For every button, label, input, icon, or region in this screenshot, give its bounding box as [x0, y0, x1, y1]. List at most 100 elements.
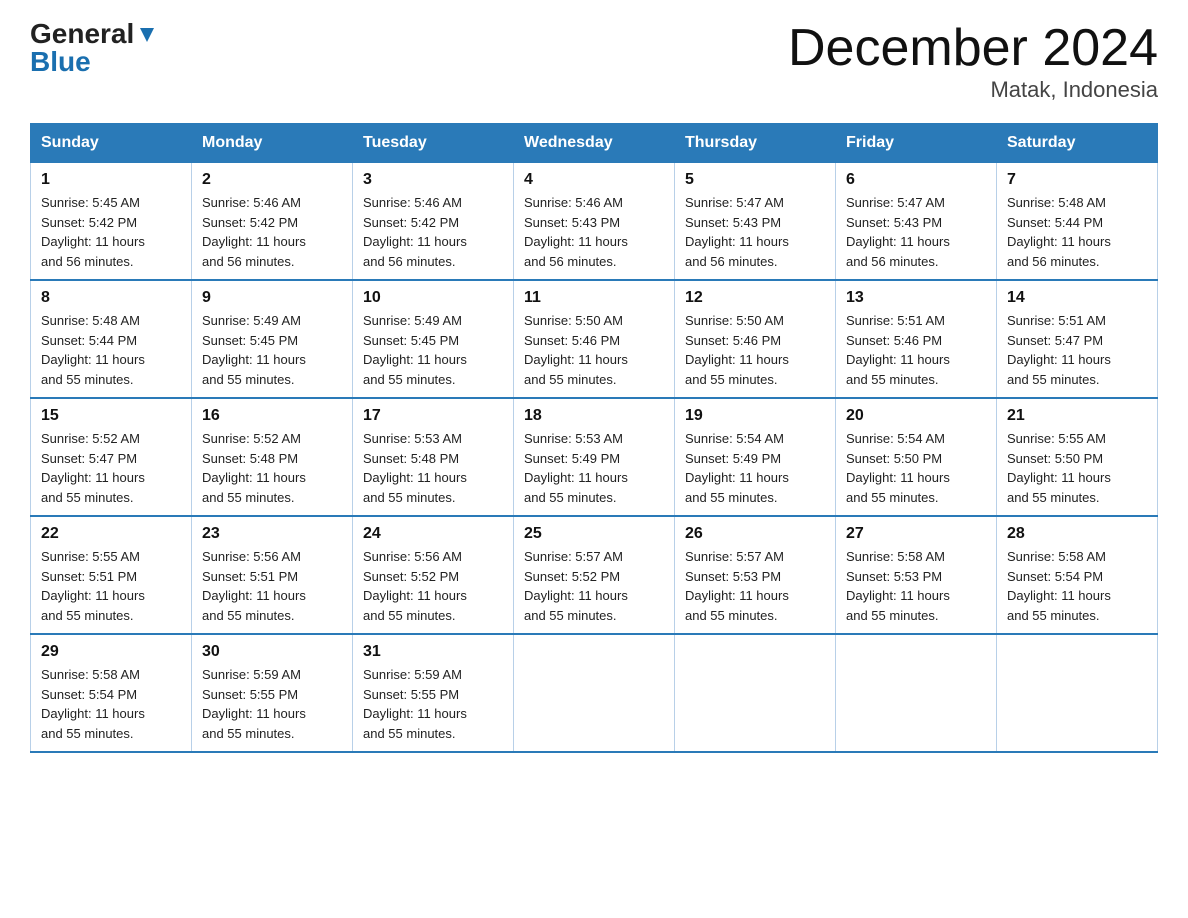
logo: General Blue: [30, 20, 158, 76]
day-info: Sunrise: 5:54 AM Sunset: 5:50 PM Dayligh…: [846, 429, 986, 507]
day-number: 24: [363, 525, 503, 543]
table-row: 12 Sunrise: 5:50 AM Sunset: 5:46 PM Dayl…: [675, 280, 836, 398]
day-info: Sunrise: 5:56 AM Sunset: 5:51 PM Dayligh…: [202, 547, 342, 625]
day-info: Sunrise: 5:52 AM Sunset: 5:47 PM Dayligh…: [41, 429, 181, 507]
calendar-week-1: 1 Sunrise: 5:45 AM Sunset: 5:42 PM Dayli…: [31, 163, 1158, 281]
day-number: 20: [846, 407, 986, 425]
location: Matak, Indonesia: [788, 77, 1158, 103]
col-saturday: Saturday: [997, 124, 1158, 163]
day-info: Sunrise: 5:46 AM Sunset: 5:42 PM Dayligh…: [363, 193, 503, 271]
day-info: Sunrise: 5:57 AM Sunset: 5:52 PM Dayligh…: [524, 547, 664, 625]
day-info: Sunrise: 5:55 AM Sunset: 5:50 PM Dayligh…: [1007, 429, 1147, 507]
day-info: Sunrise: 5:52 AM Sunset: 5:48 PM Dayligh…: [202, 429, 342, 507]
table-row: 11 Sunrise: 5:50 AM Sunset: 5:46 PM Dayl…: [514, 280, 675, 398]
day-number: 7: [1007, 171, 1147, 189]
logo-general: General: [30, 20, 134, 48]
day-number: 23: [202, 525, 342, 543]
table-row: 20 Sunrise: 5:54 AM Sunset: 5:50 PM Dayl…: [836, 398, 997, 516]
day-info: Sunrise: 5:57 AM Sunset: 5:53 PM Dayligh…: [685, 547, 825, 625]
table-row: 23 Sunrise: 5:56 AM Sunset: 5:51 PM Dayl…: [192, 516, 353, 634]
day-info: Sunrise: 5:46 AM Sunset: 5:43 PM Dayligh…: [524, 193, 664, 271]
day-number: 25: [524, 525, 664, 543]
day-number: 21: [1007, 407, 1147, 425]
table-row: 29 Sunrise: 5:58 AM Sunset: 5:54 PM Dayl…: [31, 634, 192, 752]
day-number: 27: [846, 525, 986, 543]
day-info: Sunrise: 5:58 AM Sunset: 5:54 PM Dayligh…: [41, 665, 181, 743]
day-info: Sunrise: 5:58 AM Sunset: 5:54 PM Dayligh…: [1007, 547, 1147, 625]
day-number: 18: [524, 407, 664, 425]
day-number: 26: [685, 525, 825, 543]
calendar-week-4: 22 Sunrise: 5:55 AM Sunset: 5:51 PM Dayl…: [31, 516, 1158, 634]
day-info: Sunrise: 5:51 AM Sunset: 5:47 PM Dayligh…: [1007, 311, 1147, 389]
day-info: Sunrise: 5:47 AM Sunset: 5:43 PM Dayligh…: [846, 193, 986, 271]
header-row: Sunday Monday Tuesday Wednesday Thursday…: [31, 124, 1158, 163]
table-row: 1 Sunrise: 5:45 AM Sunset: 5:42 PM Dayli…: [31, 163, 192, 281]
day-info: Sunrise: 5:51 AM Sunset: 5:46 PM Dayligh…: [846, 311, 986, 389]
day-info: Sunrise: 5:50 AM Sunset: 5:46 PM Dayligh…: [685, 311, 825, 389]
day-number: 13: [846, 289, 986, 307]
day-number: 11: [524, 289, 664, 307]
table-row: 6 Sunrise: 5:47 AM Sunset: 5:43 PM Dayli…: [836, 163, 997, 281]
day-number: 10: [363, 289, 503, 307]
table-row: 15 Sunrise: 5:52 AM Sunset: 5:47 PM Dayl…: [31, 398, 192, 516]
calendar-header: Sunday Monday Tuesday Wednesday Thursday…: [31, 124, 1158, 163]
calendar-week-3: 15 Sunrise: 5:52 AM Sunset: 5:47 PM Dayl…: [31, 398, 1158, 516]
table-row: 31 Sunrise: 5:59 AM Sunset: 5:55 PM Dayl…: [353, 634, 514, 752]
calendar-table: Sunday Monday Tuesday Wednesday Thursday…: [30, 123, 1158, 753]
day-info: Sunrise: 5:53 AM Sunset: 5:48 PM Dayligh…: [363, 429, 503, 507]
day-info: Sunrise: 5:47 AM Sunset: 5:43 PM Dayligh…: [685, 193, 825, 271]
col-tuesday: Tuesday: [353, 124, 514, 163]
table-row: 27 Sunrise: 5:58 AM Sunset: 5:53 PM Dayl…: [836, 516, 997, 634]
day-number: 5: [685, 171, 825, 189]
day-number: 3: [363, 171, 503, 189]
calendar-week-5: 29 Sunrise: 5:58 AM Sunset: 5:54 PM Dayl…: [31, 634, 1158, 752]
table-row: 4 Sunrise: 5:46 AM Sunset: 5:43 PM Dayli…: [514, 163, 675, 281]
table-row: 18 Sunrise: 5:53 AM Sunset: 5:49 PM Dayl…: [514, 398, 675, 516]
day-number: 9: [202, 289, 342, 307]
table-row: 25 Sunrise: 5:57 AM Sunset: 5:52 PM Dayl…: [514, 516, 675, 634]
calendar-week-2: 8 Sunrise: 5:48 AM Sunset: 5:44 PM Dayli…: [31, 280, 1158, 398]
day-info: Sunrise: 5:55 AM Sunset: 5:51 PM Dayligh…: [41, 547, 181, 625]
table-row: 7 Sunrise: 5:48 AM Sunset: 5:44 PM Dayli…: [997, 163, 1158, 281]
col-monday: Monday: [192, 124, 353, 163]
page-header: General Blue December 2024 Matak, Indone…: [30, 20, 1158, 103]
table-row: 13 Sunrise: 5:51 AM Sunset: 5:46 PM Dayl…: [836, 280, 997, 398]
table-row: [514, 634, 675, 752]
table-row: 5 Sunrise: 5:47 AM Sunset: 5:43 PM Dayli…: [675, 163, 836, 281]
table-row: 8 Sunrise: 5:48 AM Sunset: 5:44 PM Dayli…: [31, 280, 192, 398]
day-number: 8: [41, 289, 181, 307]
day-number: 17: [363, 407, 503, 425]
day-number: 15: [41, 407, 181, 425]
col-wednesday: Wednesday: [514, 124, 675, 163]
day-number: 19: [685, 407, 825, 425]
table-row: 2 Sunrise: 5:46 AM Sunset: 5:42 PM Dayli…: [192, 163, 353, 281]
table-row: 30 Sunrise: 5:59 AM Sunset: 5:55 PM Dayl…: [192, 634, 353, 752]
day-info: Sunrise: 5:49 AM Sunset: 5:45 PM Dayligh…: [363, 311, 503, 389]
table-row: [675, 634, 836, 752]
month-title: December 2024: [788, 20, 1158, 77]
day-number: 14: [1007, 289, 1147, 307]
table-row: [836, 634, 997, 752]
table-row: 14 Sunrise: 5:51 AM Sunset: 5:47 PM Dayl…: [997, 280, 1158, 398]
logo-blue: Blue: [30, 48, 91, 76]
day-info: Sunrise: 5:48 AM Sunset: 5:44 PM Dayligh…: [41, 311, 181, 389]
day-info: Sunrise: 5:46 AM Sunset: 5:42 PM Dayligh…: [202, 193, 342, 271]
table-row: 3 Sunrise: 5:46 AM Sunset: 5:42 PM Dayli…: [353, 163, 514, 281]
table-row: 19 Sunrise: 5:54 AM Sunset: 5:49 PM Dayl…: [675, 398, 836, 516]
table-row: 21 Sunrise: 5:55 AM Sunset: 5:50 PM Dayl…: [997, 398, 1158, 516]
day-info: Sunrise: 5:58 AM Sunset: 5:53 PM Dayligh…: [846, 547, 986, 625]
day-info: Sunrise: 5:48 AM Sunset: 5:44 PM Dayligh…: [1007, 193, 1147, 271]
table-row: 26 Sunrise: 5:57 AM Sunset: 5:53 PM Dayl…: [675, 516, 836, 634]
day-info: Sunrise: 5:59 AM Sunset: 5:55 PM Dayligh…: [202, 665, 342, 743]
day-number: 30: [202, 643, 342, 661]
table-row: 16 Sunrise: 5:52 AM Sunset: 5:48 PM Dayl…: [192, 398, 353, 516]
day-number: 2: [202, 171, 342, 189]
day-info: Sunrise: 5:56 AM Sunset: 5:52 PM Dayligh…: [363, 547, 503, 625]
day-number: 16: [202, 407, 342, 425]
logo-triangle-icon: [136, 24, 158, 46]
day-number: 12: [685, 289, 825, 307]
table-row: 28 Sunrise: 5:58 AM Sunset: 5:54 PM Dayl…: [997, 516, 1158, 634]
day-number: 1: [41, 171, 181, 189]
table-row: 22 Sunrise: 5:55 AM Sunset: 5:51 PM Dayl…: [31, 516, 192, 634]
day-number: 4: [524, 171, 664, 189]
